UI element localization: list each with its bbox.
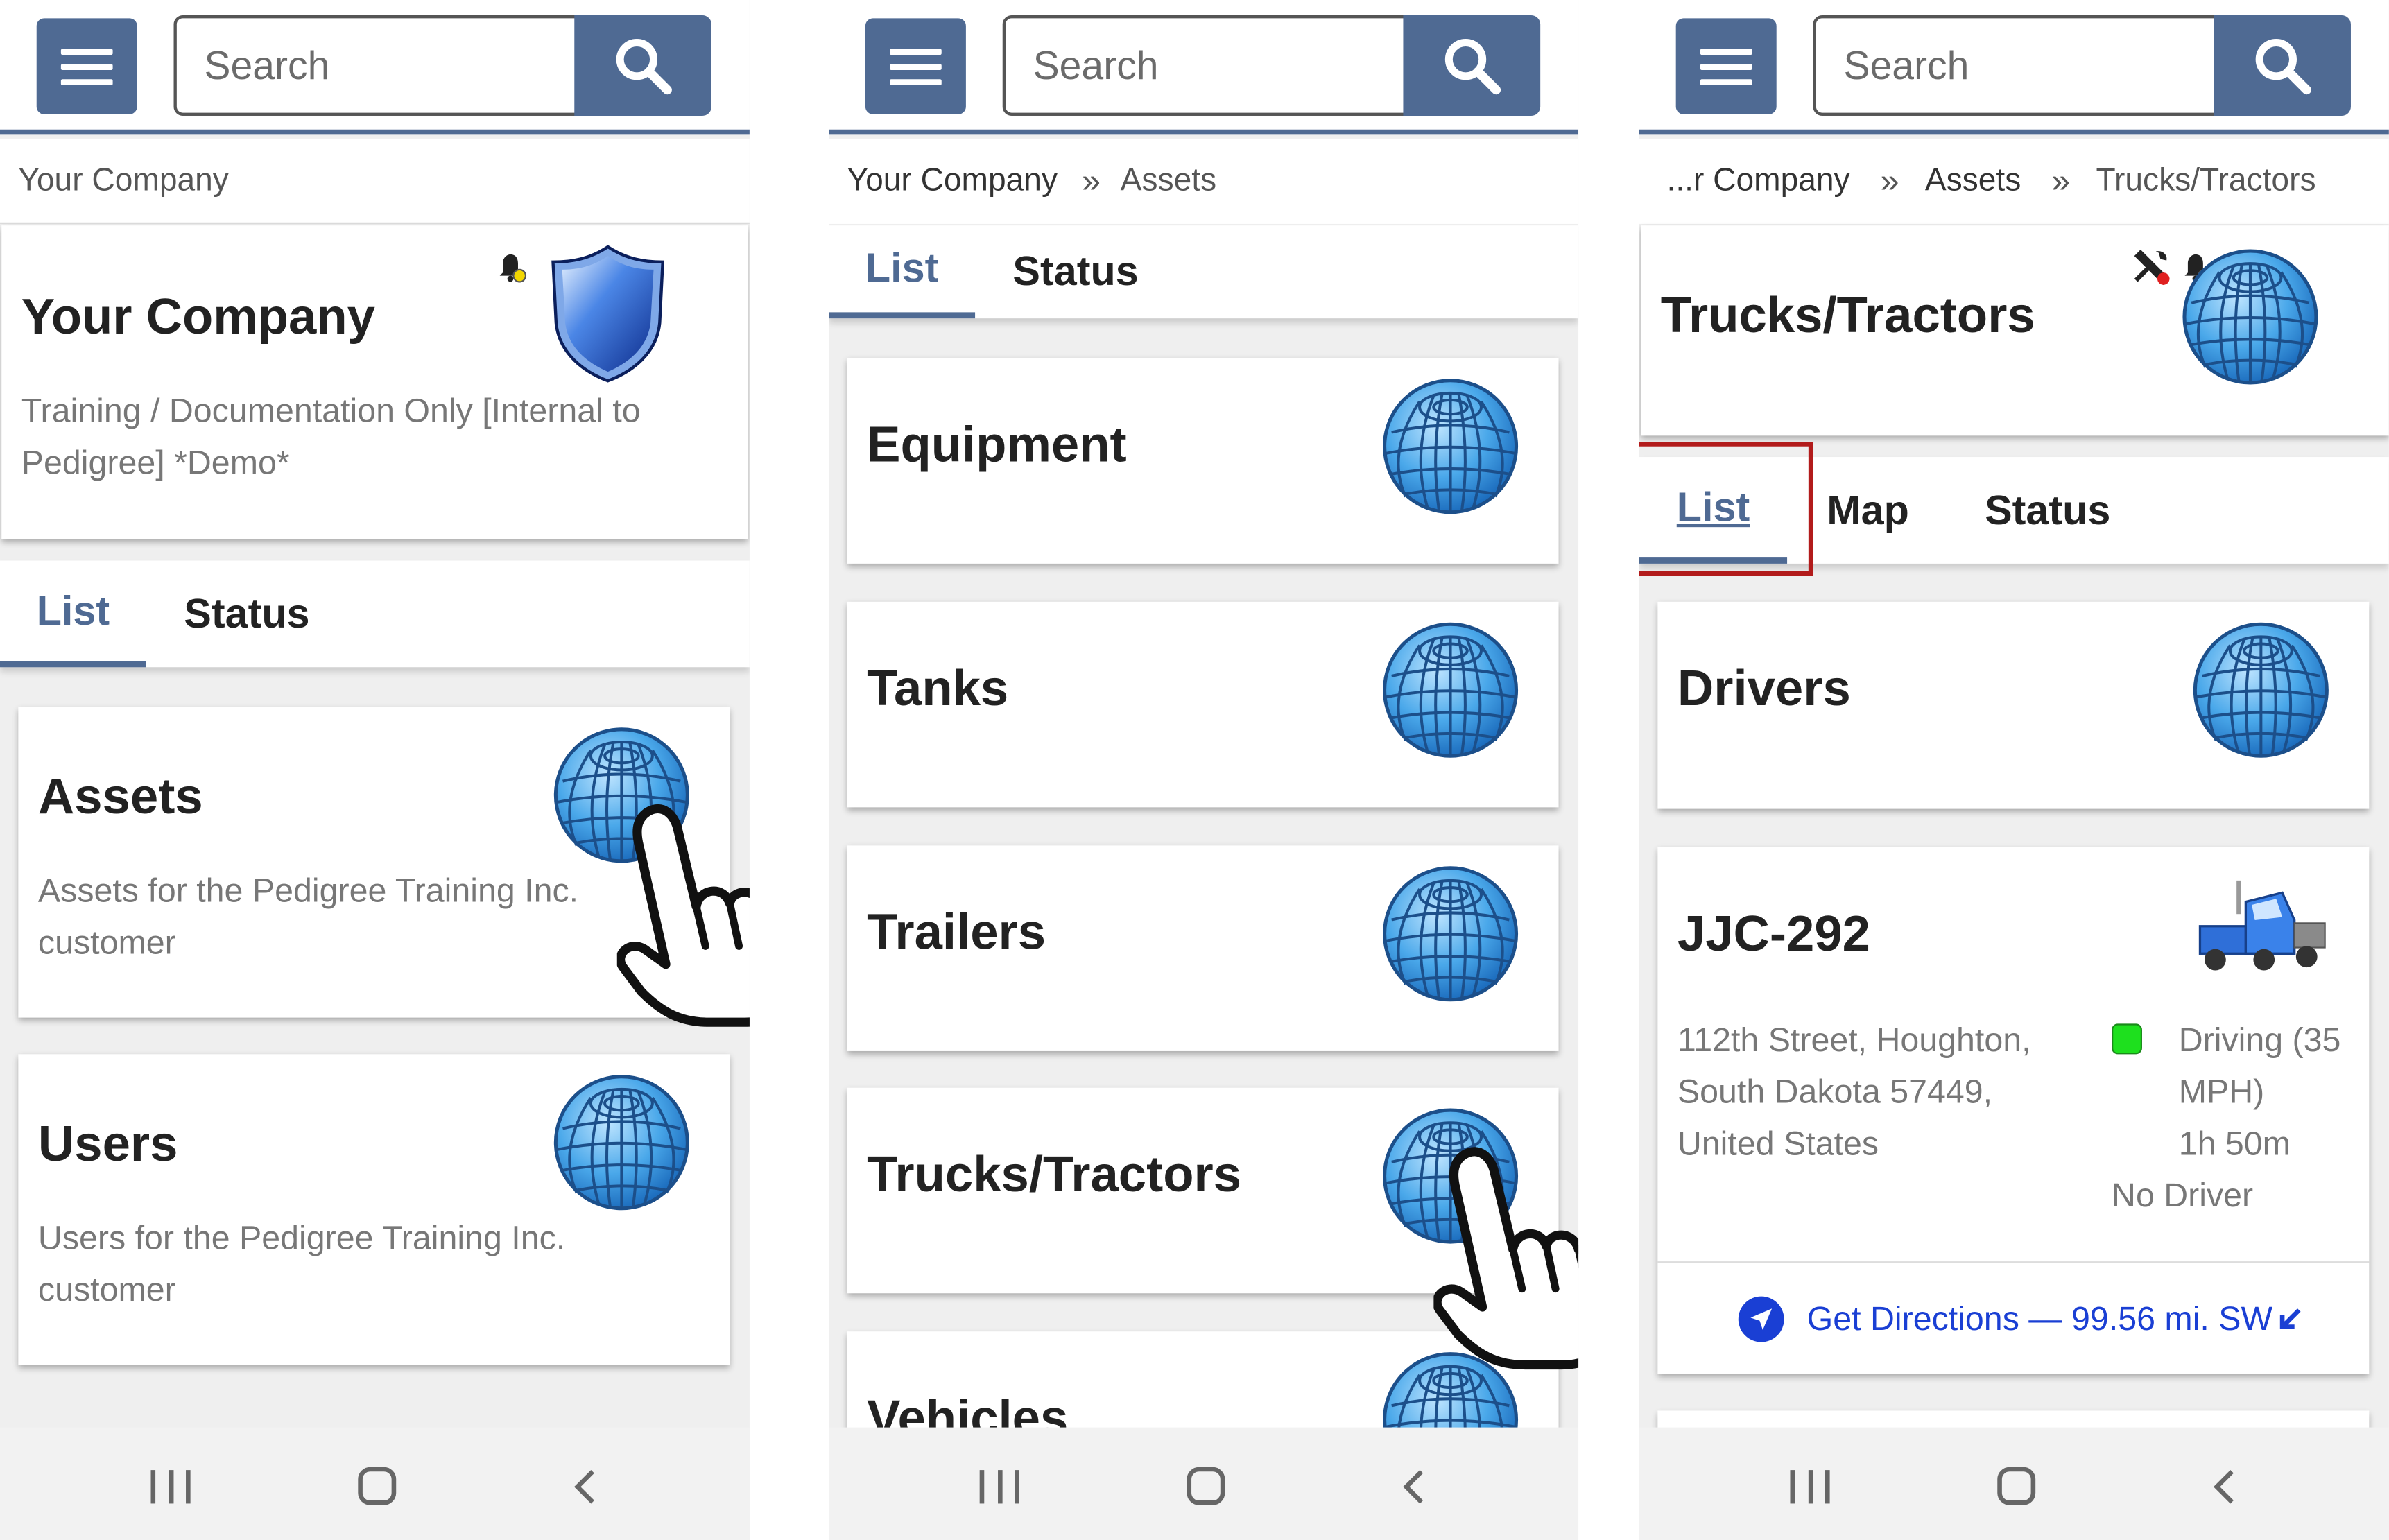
search-button[interactable] — [574, 15, 711, 116]
tools-icon[interactable] — [2132, 247, 2171, 286]
list-item-description: Users for the Pedigree Training Inc. cus… — [37, 1218, 566, 1309]
list-item-trailers[interactable]: Trailers — [847, 845, 1559, 1051]
android-nav-bar — [0, 1427, 750, 1540]
truck-duration: 1h 50m — [2178, 1124, 2291, 1163]
menu-button[interactable] — [865, 18, 966, 114]
top-bar — [0, 0, 750, 135]
list-item-title: Equipment — [867, 415, 1127, 473]
back-button[interactable] — [573, 1469, 597, 1505]
get-directions-link[interactable]: Get Directions — 99.56 mi. SW — [1737, 1295, 2304, 1343]
breadcrumb-separator: » — [1082, 161, 1101, 200]
list-item-description: Assets for the Pedigree Training Inc. cu… — [37, 871, 579, 962]
android-nav-bar — [1639, 1427, 2389, 1540]
search-icon — [2255, 39, 2311, 95]
header-card: Trucks/Tractors — [1641, 225, 2389, 436]
search-field[interactable] — [1002, 15, 1406, 116]
android-nav-bar — [829, 1427, 1579, 1540]
truck-icon — [2198, 880, 2326, 971]
tab-map[interactable]: Map — [1807, 457, 1929, 564]
list-item-title: Users — [37, 1115, 178, 1172]
list-item-title: Trailers — [867, 903, 1046, 960]
list-item-title: Tanks — [867, 659, 1009, 716]
list-item-title: Assets — [37, 768, 203, 824]
breadcrumb-item[interactable]: Trucks/Tractors — [2096, 163, 2316, 200]
list-item-truck[interactable]: JJC-292 112th Street, Houghton, South Da… — [1657, 847, 2370, 1374]
breadcrumb: Your Company » Assets — [829, 138, 1579, 224]
menu-button[interactable] — [36, 18, 137, 114]
tab-status[interactable]: Status — [1972, 457, 2124, 564]
pointing-hand-icon — [1433, 1143, 1578, 1372]
search-input[interactable] — [1816, 18, 2217, 113]
breadcrumb-item[interactable]: Your Company — [18, 162, 228, 199]
breadcrumb: ...r Company » Assets » Trucks/Tractors — [1639, 138, 2389, 224]
truck-status: Driving (35 MPH) — [2178, 1020, 2341, 1111]
shield-icon — [551, 245, 665, 383]
bell-icon[interactable] — [497, 250, 527, 283]
breadcrumb-item[interactable]: Your Company — [847, 163, 1058, 200]
southwest-arrow-icon — [2279, 1308, 2300, 1329]
recents-button[interactable] — [1790, 1470, 1830, 1504]
page-title: Trucks/Tractors — [1660, 286, 2035, 343]
company-description: Training / Documentation Only [Internal … — [21, 391, 641, 482]
search-input[interactable] — [1006, 18, 1406, 113]
top-bar — [829, 0, 1579, 135]
menu-button[interactable] — [1675, 18, 1777, 114]
recents-button[interactable] — [150, 1470, 191, 1504]
globe-icon — [1380, 377, 1520, 517]
home-button[interactable] — [1187, 1467, 1225, 1505]
tab-bar: List Status — [0, 560, 750, 668]
top-bar — [1639, 0, 2389, 135]
list-item-title: Trucks/Tractors — [867, 1145, 1242, 1202]
list-item-users[interactable]: Users Users for the Pedigree Training In… — [18, 1054, 730, 1365]
divider — [1657, 1261, 2370, 1263]
globe-icon — [1380, 864, 1520, 1004]
breadcrumb-separator: » — [1880, 161, 1899, 200]
company-title: Your Company — [21, 288, 376, 345]
globe-icon — [2180, 247, 2320, 387]
search-icon — [616, 39, 672, 95]
company-card: Your Company Training / Documentation On… — [1, 225, 748, 539]
tab-bar: List Status — [829, 225, 1579, 319]
tab-list[interactable]: List — [0, 560, 146, 668]
tab-status[interactable]: Status — [168, 560, 326, 667]
back-button[interactable] — [2212, 1469, 2236, 1505]
list-item-tanks[interactable]: Tanks — [847, 601, 1559, 808]
truck-name: JJC-292 — [1677, 905, 1871, 962]
status-indicator — [2112, 1023, 2142, 1055]
tab-status[interactable]: Status — [997, 225, 1155, 318]
breadcrumb-item[interactable]: ...r Company — [1667, 163, 1850, 200]
globe-icon — [551, 1073, 691, 1213]
search-input[interactable] — [176, 18, 578, 113]
home-button[interactable] — [358, 1467, 397, 1505]
breadcrumb-item[interactable]: Assets — [1121, 163, 1216, 200]
list-item-drivers[interactable]: Drivers — [1657, 601, 2370, 809]
list-item-title: Drivers — [1677, 659, 1851, 716]
screen-home: Your Company Your Company Training / Doc… — [0, 0, 750, 1540]
recents-button[interactable] — [979, 1470, 1019, 1504]
screen-trucks-tractors: ...r Company » Assets » Trucks/Tractors … — [1639, 0, 2389, 1540]
search-icon — [1444, 39, 1501, 95]
search-button[interactable] — [2214, 15, 2351, 116]
list-tab-highlight — [1639, 442, 1813, 576]
home-button[interactable] — [1997, 1467, 2036, 1505]
truck-address: 112th Street, Houghton, South Dakota 574… — [1677, 1020, 2031, 1163]
globe-icon — [2191, 620, 2331, 760]
search-field[interactable] — [1813, 15, 2217, 116]
tab-list[interactable]: List — [829, 225, 976, 319]
breadcrumb-separator: » — [2051, 161, 2070, 200]
navigation-arrow-icon — [1738, 1296, 1784, 1342]
pointing-hand-icon — [617, 799, 750, 1028]
globe-icon — [1380, 620, 1520, 760]
breadcrumb: Your Company — [0, 138, 750, 224]
search-field[interactable] — [173, 15, 578, 116]
breadcrumb-item[interactable]: Assets — [1925, 163, 2021, 200]
truck-driver: No Driver — [2112, 1176, 2254, 1215]
screen-assets: Your Company » Assets List Status Equipm… — [829, 0, 1579, 1540]
directions-text: Get Directions — 99.56 mi. SW — [1806, 1299, 2273, 1338]
search-button[interactable] — [1403, 15, 1541, 116]
back-button[interactable] — [1402, 1469, 1426, 1505]
list-item-equipment[interactable]: Equipment — [847, 358, 1559, 564]
